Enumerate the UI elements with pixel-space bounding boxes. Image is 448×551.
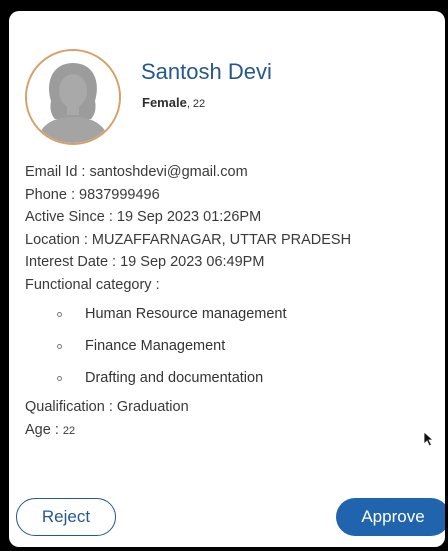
age-label: Age : — [25, 421, 63, 438]
mouse-pointer-icon — [423, 431, 435, 447]
reject-button[interactable]: Reject — [16, 498, 116, 536]
location-value: MUZAFFARNAGAR, UTTAR PRADESH — [91, 231, 352, 248]
avatar — [25, 49, 121, 145]
location-row: Location : MUZAFFARNAGAR, UTTAR PRADESH — [25, 229, 351, 252]
category-item: Finance Management — [55, 332, 351, 364]
email-value: santoshdevi@gmail.com — [89, 164, 248, 180]
active-since-label: Active Since : — [25, 209, 117, 225]
phone-value: 9837999496 — [79, 186, 160, 203]
functional-category-label: Functional category : — [25, 276, 160, 293]
email-row: Email Id : santoshdevi@gmail.com — [25, 161, 351, 184]
candidate-name: Santosh Devi — [141, 59, 272, 84]
gender-age: Female, 22 — [142, 95, 205, 110]
qualification-label: Qualification : — [25, 399, 117, 415]
interest-date-value: 19 Sep 2023 06:49PM — [120, 254, 265, 270]
qualification-value: Graduation — [116, 399, 189, 415]
interest-date-row: Interest Date : 19 Sep 2023 06:49PM — [25, 251, 351, 274]
qualification-row: Qualification : Graduation — [25, 396, 351, 419]
age-row: Age : 22 — [25, 419, 351, 443]
age-inline: , 22 — [186, 98, 206, 110]
gender-label: Female — [142, 95, 187, 110]
approve-button[interactable]: Approve — [336, 498, 445, 536]
female-avatar-icon — [27, 51, 119, 143]
phone-row: Phone : 9837999496 — [25, 184, 351, 207]
active-since-row: Active Since : 19 Sep 2023 01:26PM — [25, 206, 351, 229]
functional-category-list: Human Resource management Finance Manage… — [25, 300, 351, 396]
phone-label: Phone : — [25, 186, 80, 203]
active-since-value: 19 Sep 2023 01:26PM — [116, 209, 262, 225]
age-value: 22 — [62, 424, 76, 437]
details-section: Email Id : santoshdevi@gmail.com Phone :… — [25, 161, 351, 442]
category-item: Drafting and documentation — [55, 364, 351, 396]
candidate-card: Santosh Devi Female, 22 Email Id : santo… — [9, 11, 445, 547]
location-label: Location : — [25, 231, 92, 248]
category-item: Human Resource management — [55, 300, 351, 332]
email-label: Email Id : — [25, 164, 90, 180]
interest-date-label: Interest Date : — [25, 254, 121, 270]
